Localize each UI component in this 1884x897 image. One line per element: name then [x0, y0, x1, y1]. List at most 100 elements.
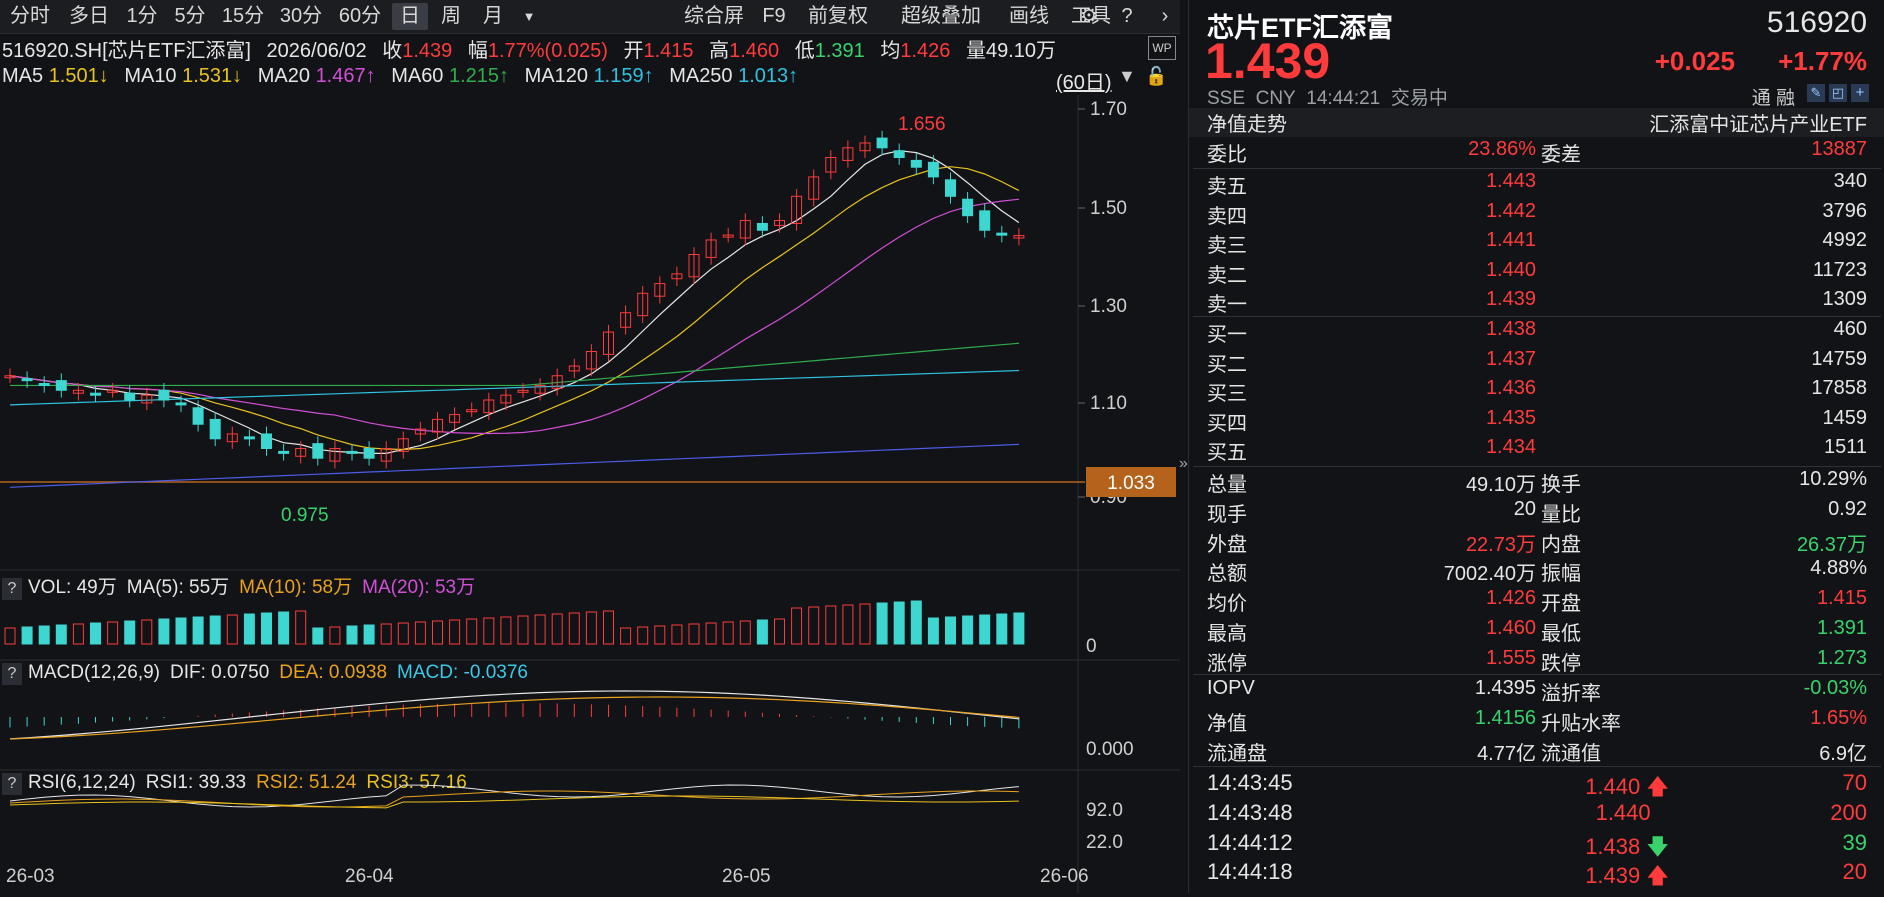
collapse-panel-icon[interactable]: »	[1179, 455, 1189, 473]
tool-button[interactable]: 前复权	[796, 3, 880, 30]
period-tab[interactable]: 5分	[168, 3, 212, 30]
stat-value: 22.73万	[1465, 533, 1536, 556]
period-tab[interactable]: 分时	[2, 3, 58, 30]
exchange: SSE	[1207, 88, 1246, 109]
volume-bar	[893, 601, 905, 645]
close-label: 收	[382, 40, 403, 62]
period-tab[interactable]: 周	[432, 3, 470, 30]
volume-bar	[278, 611, 290, 645]
tick-price: 1.440	[1585, 774, 1641, 799]
period-tab[interactable]: 1分	[120, 3, 164, 30]
tick-time: 14:44:12	[1207, 829, 1293, 855]
chevron-right-icon[interactable]: ›	[1150, 3, 1180, 30]
nav-trend-row[interactable]: 净值走势 汇添富中证芯片产业ETF	[1189, 108, 1884, 137]
volume-bar	[1013, 612, 1025, 645]
volume-bar	[466, 618, 478, 645]
tick-row: 14:43:45 1.440 🡅 70	[1189, 770, 1884, 799]
price-marker-label: 1.033	[1107, 473, 1155, 494]
volume-bar	[671, 624, 683, 645]
volume-bar	[739, 620, 751, 645]
nav-stat-label: 溢折率	[1541, 683, 1601, 705]
candle-body	[996, 232, 1008, 236]
range-selector[interactable]: (60日)	[1056, 66, 1112, 95]
stat-row: 最高 1.460 最低 1.391	[1189, 617, 1884, 646]
nav-stat-value: -0.03%	[1803, 677, 1867, 699]
range-dropdown-icon[interactable]: ▼	[1118, 66, 1136, 87]
candle-body	[55, 380, 67, 391]
vol-label: 量	[965, 40, 986, 62]
edit-icon[interactable]: ✎	[1807, 84, 1825, 102]
candle-body	[945, 179, 956, 197]
ask-volume: 11723	[1812, 258, 1867, 281]
tool-button[interactable]: 超级叠加	[888, 3, 994, 30]
nav-trend-label[interactable]: 净值走势	[1207, 108, 1287, 137]
volume-bar	[825, 605, 837, 645]
period-tab[interactable]: 60分	[332, 3, 388, 30]
period-tab[interactable]: 多日	[62, 3, 116, 30]
volume-bar	[859, 603, 871, 645]
ma250-value: 1.013↑	[738, 65, 799, 87]
nav-stat-label: IOPV	[1207, 677, 1255, 699]
volume-bar	[568, 612, 580, 645]
volume-bar	[962, 615, 974, 645]
quote-panel: » 芯片ETF汇添富 516920 1.439 +0.025 +1.77% SS…	[1179, 0, 1884, 893]
ma10-label: MA10	[124, 65, 177, 87]
period-tab[interactable]: 日	[392, 3, 428, 30]
stat-value: 1.415	[1816, 587, 1867, 610]
price-axis-label: 1.30	[1090, 296, 1127, 317]
divider	[1193, 168, 1881, 169]
period-tab[interactable]: 30分	[274, 3, 328, 30]
stat-label: 内盘	[1541, 533, 1581, 556]
period-tab[interactable]: 月	[474, 3, 512, 30]
tick-time: 14:44:18	[1207, 859, 1293, 885]
candle-body	[38, 383, 50, 387]
kline-chart[interactable]: 1.701.501.301.100.9026-03 26-04 26-05 26-06…	[0, 95, 1180, 893]
period-tab[interactable]: 15分	[216, 3, 270, 30]
stat-label: 最低	[1541, 623, 1581, 645]
help-icon[interactable]: ?	[1112, 3, 1142, 30]
volume-bar	[500, 616, 512, 645]
bid-price: 1.435	[1485, 406, 1536, 429]
price-axis-label: 1.70	[1090, 99, 1127, 120]
tick-volume: 70	[1842, 770, 1867, 795]
tool-button[interactable]: F9	[760, 3, 788, 30]
volume-bar	[397, 622, 409, 645]
gear-icon[interactable]: ⚙	[1074, 3, 1104, 30]
trading-status: 交易中	[1390, 88, 1448, 109]
candle-body	[979, 210, 991, 231]
ma120-value: 1.159↑	[593, 65, 654, 87]
volume-bar	[346, 625, 358, 645]
add-icon[interactable]: +	[1851, 84, 1869, 102]
stat-label: 总量	[1207, 474, 1247, 496]
macd-axis-label: 0.000	[1086, 739, 1134, 760]
stat-value: 1.460	[1485, 617, 1536, 639]
bid-price: 1.434	[1485, 436, 1536, 458]
volume-bar	[517, 615, 529, 645]
stat-value: 10.29%	[1799, 468, 1867, 490]
tool-button[interactable]: 画线	[1002, 3, 1056, 30]
lock-icon[interactable]: 🔓	[1145, 66, 1167, 87]
security-code: 516920	[1766, 6, 1867, 39]
bid-volume: 1511	[1823, 436, 1867, 458]
ask-price: 1.439	[1485, 288, 1536, 310]
stat-value: 1.273	[1816, 646, 1867, 669]
market-status: SSE CNY 14:44:21 交易中	[1207, 83, 1448, 110]
ask-row: 卖一 1.439 1309	[1189, 288, 1884, 317]
weibi-row: 委比 23.86% 委差 13887	[1189, 138, 1884, 167]
volume-bar	[55, 624, 67, 645]
low-annotation: 0.975	[281, 505, 329, 526]
volume-bar	[996, 613, 1008, 645]
ma10-line	[9, 166, 1020, 451]
window-icon[interactable]: ◰	[1829, 84, 1847, 102]
stat-row: 现手 20 量比 0.92	[1189, 498, 1884, 527]
tick-price-wrap: 1.440	[1519, 800, 1669, 826]
period-toolbar: 分时 多日 1分 5分 15分 30分 60分日周月 ▼ 综合屏 F9 前复权 超级叠加 画线 工具 ⚙? ›	[0, 0, 1180, 34]
bid-row: 买四 1.435 1459	[1189, 407, 1884, 436]
volume-bar	[449, 619, 461, 645]
tool-button[interactable]: 综合屏	[676, 3, 752, 30]
volume-bar	[312, 627, 324, 645]
stat-value: 4.88%	[1810, 557, 1867, 580]
period-more-icon[interactable]: ▼	[520, 3, 538, 30]
bid-row: 买三 1.436 17858	[1189, 377, 1884, 406]
popup-window-icon[interactable]: WP	[1148, 36, 1176, 60]
